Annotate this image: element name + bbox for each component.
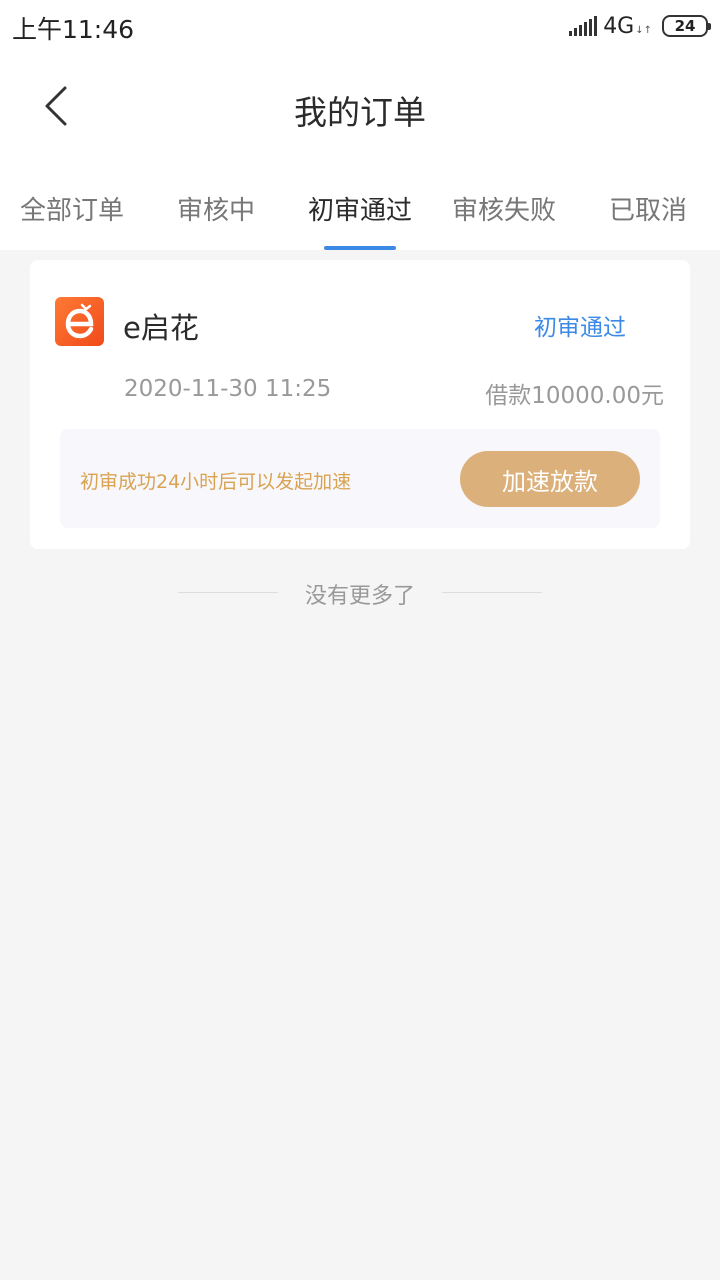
tab-label: 审核失败: [451, 196, 556, 226]
app-name: e启花: [123, 311, 199, 345]
order-tabs: 全部订单 审核中 初审通过 审核失败 已取消: [0, 166, 720, 250]
order-time: 2020-11-30 11:25: [124, 376, 332, 402]
tab-label: 审核中: [176, 196, 255, 226]
battery-icon: 24: [662, 15, 711, 37]
tab-preliminary-approved[interactable]: 初审通过: [288, 166, 432, 250]
loan-amount: 借款10000.00元: [485, 383, 664, 409]
tab-review-failed[interactable]: 审核失败: [432, 166, 576, 250]
status-bar: 上午11:46 4G ↓↑ 24: [0, 0, 720, 52]
page-title: 我的订单: [294, 93, 426, 132]
tab-label: 全部订单: [19, 196, 124, 226]
header: 我的订单: [0, 52, 720, 160]
order-card[interactable]: e启花 初审通过 2020-11-30 11:25 借款10000.00元 初审…: [30, 260, 690, 549]
no-more-text: 没有更多了: [304, 584, 415, 609]
tab-all-orders[interactable]: 全部订单: [0, 166, 144, 250]
network-type: 4G: [603, 13, 635, 39]
battery-level: 24: [674, 17, 696, 35]
speed-up-tip: 初审成功24小时后可以发起加速: [80, 471, 352, 493]
app-logo-icon: [55, 297, 104, 346]
status-time: 上午11:46: [12, 15, 135, 44]
speed-up-box: 初审成功24小时后可以发起加速 加速放款: [60, 429, 660, 528]
speed-up-loan-button[interactable]: 加速放款: [460, 451, 640, 507]
status-icons: 4G ↓↑ 24: [569, 12, 711, 40]
tab-cancelled[interactable]: 已取消: [576, 166, 720, 250]
order-status: 初审通过: [534, 315, 626, 341]
network-arrows-icon: ↓↑: [635, 24, 652, 36]
tab-label: 初审通过: [307, 196, 412, 226]
tab-label: 已取消: [608, 196, 687, 226]
divider-right: [442, 592, 542, 593]
no-more-indicator: 没有更多了: [0, 578, 720, 610]
active-tab-indicator: [324, 246, 396, 250]
tab-under-review[interactable]: 审核中: [144, 166, 288, 250]
signal-icon: [569, 16, 598, 36]
